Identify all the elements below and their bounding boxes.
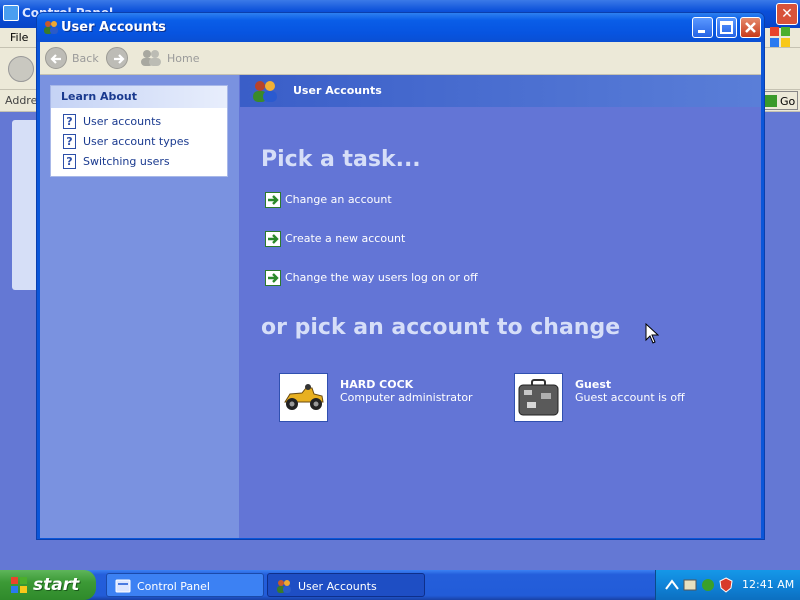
background-back-button[interactable] <box>8 56 34 82</box>
close-icon <box>745 22 756 33</box>
sidebar: Learn About ? User accounts ? User accou… <box>40 75 239 538</box>
start-label: start <box>33 575 80 595</box>
home-label: Home <box>167 52 200 65</box>
window-title: User Accounts <box>61 20 166 35</box>
forward-button[interactable] <box>106 47 128 69</box>
back-button[interactable]: Back <box>45 47 105 69</box>
pick-task-heading: Pick a task... <box>261 147 421 172</box>
mouse-pointer-icon <box>645 323 659 344</box>
window-toolbar: Back Home <box>40 42 761 75</box>
task-label: Change the way users log on or off <box>285 271 478 284</box>
learn-about-header: Learn About <box>51 86 227 108</box>
main-panel: User Accounts Pick a task... Change an a… <box>240 75 761 538</box>
network-icon[interactable] <box>664 577 680 593</box>
maximize-button[interactable] <box>716 17 737 38</box>
clock[interactable]: 12:41 AM <box>742 578 794 591</box>
windows-logo-icon <box>11 577 27 593</box>
user-accounts-header-icon <box>253 81 277 102</box>
help-question-icon: ? <box>63 154 76 169</box>
go-label: Go <box>780 95 796 108</box>
security-shield-icon[interactable] <box>718 577 734 593</box>
window-titlebar[interactable]: User Accounts <box>37 13 764 42</box>
green-arrow-icon <box>265 192 281 208</box>
learn-item-label: User accounts <box>83 115 162 128</box>
learn-item-label: Switching users <box>83 155 170 168</box>
help-question-icon: ? <box>63 134 76 149</box>
taskbar-button-label: User Accounts <box>298 580 377 593</box>
home-users-icon <box>141 50 161 66</box>
help-question-icon: ? <box>63 114 76 129</box>
control-panel-icon <box>115 579 131 593</box>
close-button[interactable] <box>740 17 761 38</box>
account-name: HARD COCK <box>340 378 414 391</box>
main-header-title: User Accounts <box>293 84 382 97</box>
windows-flag-icon <box>770 27 790 47</box>
learn-about-panel: Learn About ? User accounts ? User accou… <box>50 85 228 177</box>
back-arrow-icon <box>45 47 67 69</box>
maximize-icon <box>720 21 733 34</box>
minimize-icon <box>698 30 705 33</box>
user-accounts-icon <box>277 580 291 593</box>
background-close-button[interactable]: ✕ <box>776 3 798 25</box>
main-header: User Accounts <box>240 75 761 107</box>
minimize-button[interactable] <box>692 17 713 38</box>
forward-arrow-icon <box>106 47 128 69</box>
task-label: Create a new account <box>285 232 406 245</box>
window-content: Learn About ? User accounts ? User accou… <box>40 75 761 538</box>
account-type: Guest account is off <box>575 391 685 404</box>
taskbar-button-user-accounts[interactable]: User Accounts <box>267 573 425 597</box>
taskbar-button-control-panel[interactable]: Control Panel <box>106 573 264 597</box>
update-icon[interactable] <box>700 577 716 593</box>
account-tile-guest[interactable]: Guest Guest account is off <box>514 373 734 423</box>
learn-item-label: User account types <box>83 135 190 148</box>
tools-icon[interactable] <box>682 577 698 593</box>
system-tray: 12:41 AM <box>655 570 800 600</box>
account-tile-admin[interactable]: HARD COCK Computer administrator <box>279 373 499 423</box>
start-button[interactable]: start <box>0 570 96 600</box>
suitcase-icon <box>514 373 563 422</box>
green-arrow-icon <box>265 231 281 247</box>
race-car-icon <box>279 373 328 422</box>
pick-account-heading: or pick an account to change <box>261 315 621 340</box>
task-label: Change an account <box>285 193 392 206</box>
back-label: Back <box>72 52 99 65</box>
taskbar: start Control Panel User Accounts 12:41 … <box>0 570 800 600</box>
go-button[interactable]: Go <box>762 91 798 110</box>
account-type: Computer administrator <box>340 391 473 404</box>
user-accounts-icon <box>44 21 58 34</box>
menu-file[interactable]: File <box>10 31 28 44</box>
account-name: Guest <box>575 378 612 391</box>
control-panel-icon <box>3 5 19 21</box>
taskbar-button-label: Control Panel <box>137 580 210 593</box>
go-arrow-icon <box>765 95 777 107</box>
home-button[interactable]: Home <box>140 47 210 69</box>
user-accounts-window: User Accounts Back Home Learn About ? Us… <box>36 12 765 540</box>
green-arrow-icon <box>265 270 281 286</box>
